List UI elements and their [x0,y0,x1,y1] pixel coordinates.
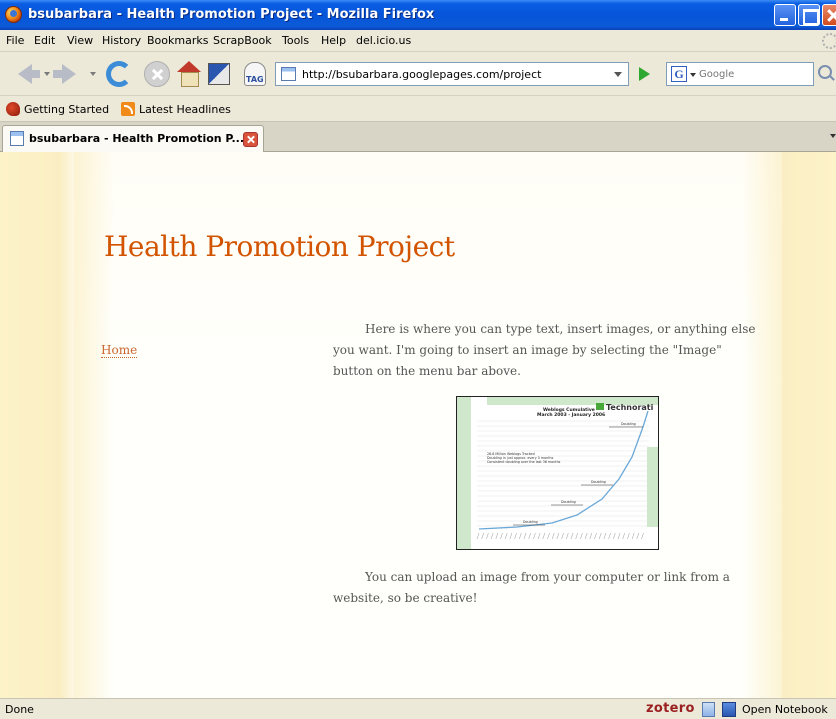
url-bar[interactable]: http://bsubarbara.googlepages.com/projec… [275,62,629,86]
tab-health-promotion[interactable]: bsubarbara - Health Promotion P... [2,125,264,152]
stop-icon[interactable] [144,61,170,87]
chart-brand: Technorati [606,403,654,412]
rss-feed-icon [121,102,135,116]
menu-tools[interactable]: Tools [282,34,309,47]
delicious-tag-icon[interactable]: TAG [244,62,266,86]
close-window-button[interactable] [822,4,836,26]
tab-list-dropdown-icon[interactable] [830,134,836,138]
chart-image-graphic: Weblogs Cumulative March 2003 - January … [457,397,658,549]
menu-file[interactable]: File [6,34,24,47]
nav-home-link[interactable]: Home [101,343,138,358]
menu-edit[interactable]: Edit [34,34,55,47]
notebook-icon[interactable] [722,702,736,717]
search-magnifier-icon[interactable] [818,65,832,79]
site-title: Health Promotion Project [104,230,455,263]
doubling-label-3: Doubling [591,480,606,484]
search-input[interactable] [699,66,811,82]
status-bar: Done zotero Open Notebook [0,698,836,719]
search-bar[interactable]: G [666,62,814,86]
bookmark-latest-headlines[interactable]: Latest Headlines [121,101,231,117]
tag-label: TAG [246,75,264,84]
page-content: Health Promotion Project Home Here is wh… [0,152,836,698]
forward-history-dropdown-icon[interactable] [90,72,96,76]
chart-right-band [647,447,658,527]
menu-bar: File Edit View History Bookmarks ScrapBo… [0,30,836,52]
back-history-dropdown-icon[interactable] [44,72,50,76]
throbber-icon [822,33,836,49]
menu-history[interactable]: History [102,34,141,47]
url-text[interactable]: http://bsubarbara.googlepages.com/projec… [302,68,541,81]
doubling-label-1: Doubling [523,520,538,524]
menu-delicious[interactable]: del.icio.us [356,34,411,47]
window-titlebar: bsubarbara - Health Promotion Project - … [0,0,836,30]
tab-title: bsubarbara - Health Promotion P... [29,132,245,145]
google-engine-icon[interactable]: G [671,66,687,82]
zotero-button[interactable]: zotero [646,701,695,716]
status-text: Done [5,703,34,716]
firefox-logo-icon [5,6,22,23]
bookmarks-toolbar: Getting Started Latest Headlines [0,96,836,122]
tab-favicon-icon [10,131,24,146]
maximize-button[interactable] [798,4,820,26]
window-title: bsubarbara - Health Promotion Project - … [28,7,435,22]
page-info-icon[interactable] [702,702,715,717]
scrapbook-icon[interactable] [208,63,230,85]
technorati-logo-icon [596,403,604,410]
menu-help[interactable]: Help [321,34,346,47]
doubling-label-4: Doubling [621,422,636,426]
reload-icon[interactable] [106,61,132,87]
back-arrow-icon[interactable] [16,61,42,87]
bookmark-label: Latest Headlines [139,102,231,116]
page-favicon-icon [281,67,296,81]
go-arrow-icon[interactable] [639,67,650,81]
url-history-dropdown-icon[interactable] [614,72,622,77]
navigation-toolbar: TAG http://bsubarbara.googlepages.com/pr… [0,52,836,96]
paragraph-upload: You can upload an image from your comput… [333,570,730,605]
weblogs-chart-image: Weblogs Cumulative March 2003 - January … [456,396,659,550]
search-engine-dropdown-icon[interactable] [690,73,696,77]
minimize-button[interactable] [774,4,796,26]
chart-note-3: Consistent doubling over the last 36 mon… [487,460,561,464]
bookmark-label: Getting Started [24,102,110,116]
menu-bookmarks[interactable]: Bookmarks [147,34,208,47]
forward-arrow-icon[interactable] [52,61,78,87]
home-icon[interactable] [176,61,202,87]
bookmark-getting-started[interactable]: Getting Started [6,101,109,117]
chart-left-band [457,397,471,549]
menu-scrapbook[interactable]: ScrapBook [213,34,272,47]
menu-view[interactable]: View [67,34,93,47]
doubling-label-2: Doubling [561,500,576,504]
tab-strip: bsubarbara - Health Promotion P... [0,122,836,152]
chart-title-2: March 2003 - January 2006 [537,412,605,418]
open-notebook-button[interactable]: Open Notebook [742,703,828,716]
paragraph-intro: Here is where you can type text, insert … [333,322,756,378]
chart-bg [457,397,658,549]
getting-started-icon [6,102,20,116]
tab-close-icon[interactable] [243,132,258,147]
